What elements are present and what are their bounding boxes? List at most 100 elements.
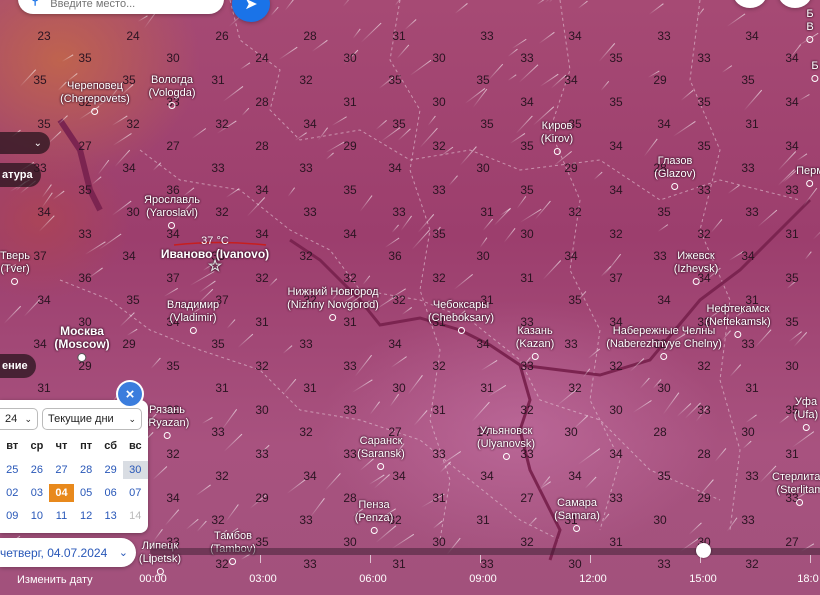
calendar-day[interactable]: 28 xyxy=(74,461,99,479)
city-label[interactable]: Вологда (Vologda) xyxy=(148,74,196,109)
temperature-value: 32 xyxy=(609,227,623,241)
temperature-value: 35 xyxy=(126,293,140,307)
temperature-value: 33 xyxy=(255,447,269,461)
calendar-week: 09 10 11 12 13 14 xyxy=(0,507,148,525)
timeline-thumb[interactable] xyxy=(696,543,711,558)
calendar-day-current[interactable]: 04 xyxy=(49,484,74,502)
city-label[interactable]: Москва (Moscow) xyxy=(54,325,110,362)
mode-label[interactable]: ение xyxy=(0,354,36,378)
search-box[interactable]: ⚲ xyxy=(18,0,224,14)
temperature-value: 24 xyxy=(255,51,269,65)
calendar-day[interactable]: 06 xyxy=(98,484,123,502)
temperature-value: 29 xyxy=(255,491,269,505)
city-label[interactable]: Самара (Samara) xyxy=(554,497,600,532)
layer-dropdown[interactable]: ⌄ xyxy=(0,132,50,154)
city-label[interactable]: Ижевск (Izhevsk) xyxy=(674,250,718,285)
selected-city[interactable]: Иваново (Ivanovo) ☆ xyxy=(161,248,269,275)
calendar-day[interactable]: 09 xyxy=(0,507,25,525)
temperature-value: 35 xyxy=(211,337,225,351)
temperature-value: 34 xyxy=(166,227,180,241)
city-label[interactable]: Владимир (Vladimir) xyxy=(167,299,219,334)
city-dot xyxy=(168,102,176,109)
calendar-day[interactable]: 11 xyxy=(49,507,74,525)
calendar-day[interactable]: 05 xyxy=(74,484,99,502)
city-label[interactable]: Нижний Новгород (Nizhny Novgorod) xyxy=(287,286,379,321)
temperature-value: 33 xyxy=(741,513,755,527)
city-label[interactable]: Череповец (Cherepovets) xyxy=(60,80,130,115)
calendar-close-button[interactable]: × xyxy=(118,382,142,406)
city-label[interactable]: Тверь (Tver) xyxy=(0,250,30,285)
calendar-day[interactable]: 07 xyxy=(123,484,148,502)
city-label[interactable]: БВ xyxy=(806,8,814,43)
city-label[interactable]: Чебоксары (Cheboksary) xyxy=(428,299,494,334)
weekday: пт xyxy=(80,440,93,452)
temperature-value: 34 xyxy=(343,227,357,241)
mode-label-text: ение xyxy=(2,360,28,372)
temperature-value: 35 xyxy=(657,469,671,483)
city-label[interactable]: Ульяновск (Ulyanovsk) xyxy=(477,425,535,460)
layer-label-text: атура xyxy=(2,169,33,181)
calendar-day[interactable]: 27 xyxy=(49,461,74,479)
city-label[interactable]: Липецк (Lipetsk) xyxy=(139,540,181,575)
temperature-value: 33 xyxy=(211,425,225,439)
temperature-value: 32 xyxy=(215,469,229,483)
timeline-label: 00:00 xyxy=(139,573,167,585)
city-dot xyxy=(329,314,337,321)
timeline-track[interactable] xyxy=(150,548,820,555)
city-label[interactable]: Глазов (Glazov) xyxy=(654,155,696,190)
temperature-value: 31 xyxy=(480,205,494,219)
search-input[interactable] xyxy=(48,0,203,11)
temperature-value: 34 xyxy=(785,95,799,109)
range-select[interactable]: Текущие дни ⌄ xyxy=(42,408,142,430)
city-dot xyxy=(806,36,814,43)
temperature-value: 31 xyxy=(785,447,799,461)
timeline-tick xyxy=(480,555,481,563)
city-dot xyxy=(11,278,19,285)
city-name: Ульяновск xyxy=(479,425,533,437)
calendar-week: 25 26 27 28 29 30 xyxy=(0,461,148,479)
temperature-value: 33 xyxy=(657,29,671,43)
layer-label[interactable]: атура xyxy=(0,163,41,187)
temperature-value: 31 xyxy=(37,381,51,395)
calendar-day[interactable]: 26 xyxy=(25,461,50,479)
temperature-value: 33 xyxy=(211,161,225,175)
city-label[interactable]: Саранск (Saransk) xyxy=(357,435,405,470)
city-label[interactable]: Рязань (Ryazan) xyxy=(145,404,189,439)
calendar-day[interactable]: 10 xyxy=(25,507,50,525)
city-label[interactable]: Пенза (Penza) xyxy=(355,499,393,534)
year-select[interactable]: 24 ⌄ xyxy=(0,408,38,430)
calendar-day[interactable]: 02 xyxy=(0,484,25,502)
temperature-value: 28 xyxy=(697,447,711,461)
calendar-day[interactable]: 25 xyxy=(0,461,25,479)
city-dot xyxy=(802,424,810,431)
temperature-value: 33 xyxy=(343,403,357,417)
city-latin-name: (Kirov) xyxy=(540,133,574,145)
city-label[interactable]: Набережные Челны (Naberezhnyye Chelny) xyxy=(606,325,722,360)
temperature-value: 34 xyxy=(303,117,317,131)
city-label[interactable]: Киров (Kirov) xyxy=(541,120,573,155)
timeline-label: 06:00 xyxy=(359,573,387,585)
temperature-value: 33 xyxy=(432,447,446,461)
city-label[interactable]: Ярославль (Yaroslavl) xyxy=(144,194,200,229)
city-label[interactable]: Уфа (Ufa) xyxy=(794,396,818,431)
calendar-day[interactable]: 03 xyxy=(25,484,50,502)
temperature-value: 26 xyxy=(215,29,229,43)
city-label[interactable]: Стерлитам(Sterlitam xyxy=(772,471,820,506)
temperature-value: 33 xyxy=(564,337,578,351)
temperature-value: 35 xyxy=(520,139,534,153)
calendar-day[interactable]: 13 xyxy=(98,507,123,525)
temperature-value: 30 xyxy=(657,381,671,395)
city-label[interactable]: Б xyxy=(811,60,819,82)
temperature-value: 34 xyxy=(37,293,51,307)
temperature-value: 33 xyxy=(480,557,494,571)
calendar-day[interactable]: 30 xyxy=(122,461,148,479)
temperature-value: 35 xyxy=(343,183,357,197)
city-name: Ижевск xyxy=(677,250,715,262)
city-label[interactable]: Казань (Kazan) xyxy=(516,325,554,360)
calendar-day[interactable]: 12 xyxy=(74,507,99,525)
change-date-link[interactable]: Изменить дату xyxy=(17,574,93,586)
date-button[interactable]: четверг, 04.07.2024 ⌄ xyxy=(0,538,136,567)
city-label[interactable]: Перм xyxy=(796,165,820,187)
calendar-day[interactable]: 29 xyxy=(98,461,123,479)
temperature-value: 31 xyxy=(609,535,623,549)
